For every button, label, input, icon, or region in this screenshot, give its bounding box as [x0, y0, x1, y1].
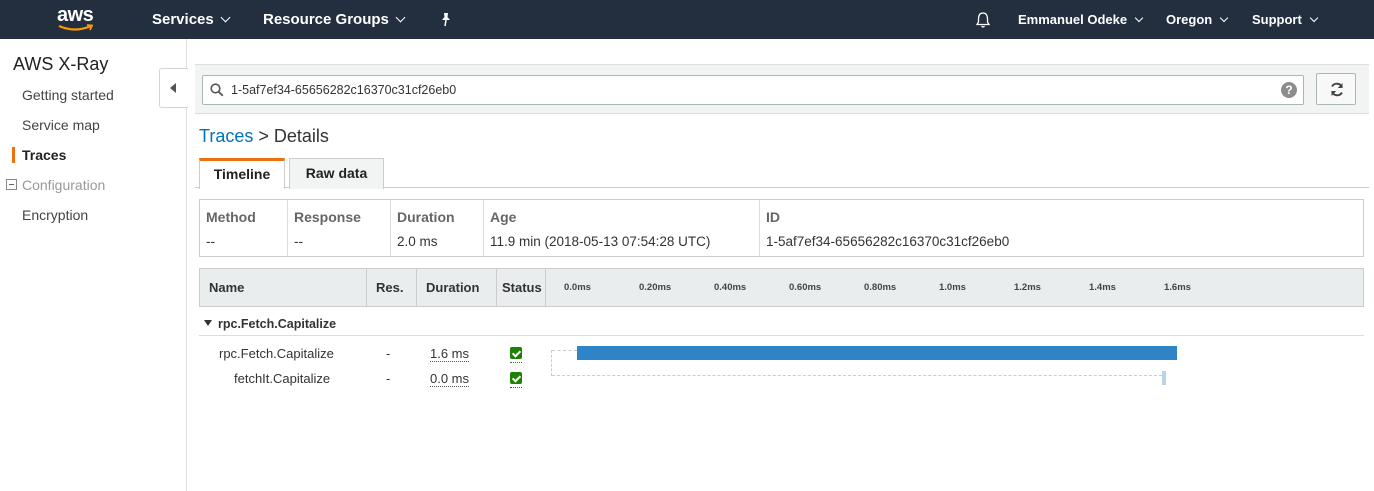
- services-menu[interactable]: Services: [152, 0, 231, 39]
- status-underline: [510, 362, 522, 363]
- notifications-button[interactable]: [975, 0, 991, 39]
- trace-search-input[interactable]: 1-5af7ef34-65656282c16370c31cf26eb0 ?: [202, 75, 1304, 105]
- breadcrumb-traces-link[interactable]: Traces: [199, 126, 253, 146]
- trace-summary: Method -- Response -- Duration 2.0 ms Ag…: [199, 199, 1364, 257]
- chevron-down-icon: [1134, 13, 1144, 22]
- active-indicator: [12, 147, 15, 163]
- summary-method: Method --: [200, 200, 288, 256]
- summary-value: 1-5af7ef34-65656282c16370c31cf26eb0: [766, 234, 1010, 249]
- trace-group-row[interactable]: rpc.Fetch.Capitalize: [199, 314, 1364, 336]
- tab-raw-data[interactable]: Raw data: [289, 158, 384, 189]
- segment-name: fetchIt.Capitalize: [234, 371, 331, 386]
- column-header-res[interactable]: Res.: [367, 269, 417, 306]
- sidebar-item-getting-started[interactable]: Getting started: [22, 87, 114, 103]
- refresh-button[interactable]: [1316, 73, 1356, 105]
- resource-groups-menu[interactable]: Resource Groups: [263, 0, 406, 39]
- summary-response: Response --: [288, 200, 391, 256]
- breadcrumb-current: Details: [273, 126, 329, 146]
- segment-response: -: [386, 371, 391, 386]
- column-header-status[interactable]: Status: [497, 269, 546, 306]
- segment-bar[interactable]: [577, 346, 1177, 360]
- timeline-connector: [551, 350, 552, 376]
- segment-response: -: [386, 346, 391, 361]
- trace-group-label: rpc.Fetch.Capitalize: [218, 317, 337, 331]
- search-icon: [210, 83, 224, 97]
- pin-button[interactable]: [439, 0, 453, 39]
- summary-header: Method: [206, 209, 256, 225]
- summary-header: Age: [490, 209, 517, 225]
- timeline-tick-label: 1.0ms: [939, 282, 966, 293]
- aws-logo[interactable]: aws: [55, 4, 99, 36]
- breadcrumb: Traces > Details: [199, 126, 329, 147]
- help-icon[interactable]: ?: [1281, 82, 1297, 98]
- search-bar-container: 1-5af7ef34-65656282c16370c31cf26eb0 ?: [195, 64, 1369, 114]
- summary-header: Duration: [397, 209, 455, 225]
- status-underline: [510, 387, 522, 388]
- segment-bar[interactable]: [1162, 371, 1166, 385]
- services-label: Services: [152, 11, 214, 28]
- caret-down-icon[interactable]: [204, 320, 212, 326]
- sidebar-title: AWS X-Ray: [13, 54, 109, 74]
- table-row[interactable]: fetchIt.Capitalize - 0.0 ms: [199, 367, 1364, 391]
- account-menu[interactable]: Emmanuel Odeke: [1018, 0, 1144, 39]
- summary-age: Age 11.9 min (2018-05-13 07:54:28 UTC): [484, 200, 760, 256]
- collapse-sidebar-button[interactable]: [159, 68, 188, 108]
- summary-header: Response: [294, 209, 361, 225]
- summary-value: --: [294, 234, 303, 249]
- summary-header: ID: [766, 209, 780, 225]
- segment-duration: 0.0 ms: [430, 371, 470, 387]
- search-value: 1-5af7ef34-65656282c16370c31cf26eb0: [231, 83, 457, 97]
- support-label: Support: [1252, 12, 1302, 27]
- segment-name: rpc.Fetch.Capitalize: [219, 346, 334, 361]
- resource-groups-label: Resource Groups: [263, 11, 389, 28]
- sidebar-item-traces[interactable]: Traces: [22, 147, 66, 163]
- status-ok-icon: [510, 372, 522, 384]
- aws-smile-icon: [58, 24, 94, 31]
- timeline-tick-label: 0.60ms: [789, 282, 822, 293]
- sidebar-item-configuration[interactable]: Configuration: [22, 177, 105, 193]
- chevron-down-icon: [220, 12, 231, 23]
- refresh-icon: [1331, 82, 1343, 97]
- region-name: Oregon: [1166, 12, 1213, 27]
- timeline-tick-label: 0.80ms: [864, 282, 897, 293]
- timeline-tick-label: 0.40ms: [714, 282, 747, 293]
- summary-value: 2.0 ms: [397, 234, 438, 249]
- top-navigation-bar: aws Services Resource Groups Emmanuel Od…: [0, 0, 1374, 39]
- breadcrumb-separator: >: [253, 126, 274, 146]
- collapse-icon[interactable]: [6, 179, 17, 190]
- summary-id: ID 1-5af7ef34-65656282c16370c31cf26eb0: [760, 200, 1363, 256]
- sidebar-item-service-map[interactable]: Service map: [22, 117, 100, 133]
- sidebar-item-encryption[interactable]: Encryption: [22, 207, 88, 223]
- region-menu[interactable]: Oregon: [1166, 0, 1229, 39]
- bell-icon: [975, 11, 991, 28]
- chevron-down-icon: [1309, 13, 1319, 22]
- support-menu[interactable]: Support: [1252, 0, 1319, 39]
- timeline-tick-label: 1.6ms: [1164, 282, 1191, 293]
- tab-timeline[interactable]: Timeline: [199, 158, 285, 189]
- status-ok-icon: [510, 347, 522, 359]
- timeline-tick-label: 0.0ms: [564, 282, 591, 293]
- timeline-tick-label: 1.2ms: [1014, 282, 1041, 293]
- pin-icon: [442, 12, 450, 26]
- summary-value: --: [206, 234, 215, 249]
- timeline-tick-label: 1.4ms: [1089, 282, 1116, 293]
- segment-duration: 1.6 ms: [430, 346, 470, 362]
- account-name: Emmanuel Odeke: [1018, 12, 1128, 27]
- column-header-name[interactable]: Name: [200, 269, 367, 306]
- timeline-tick-label: 0.20ms: [639, 282, 672, 293]
- timeline-connector: [552, 350, 577, 351]
- tab-bar: Timeline Raw data: [195, 156, 1369, 189]
- summary-duration: Duration 2.0 ms: [391, 200, 484, 256]
- chevron-down-icon: [1219, 13, 1229, 22]
- summary-value: 11.9 min (2018-05-13 07:54:28 UTC): [490, 234, 711, 249]
- chevron-down-icon: [395, 12, 406, 23]
- timeline-header: Name Res. Duration Status 0.0ms 0.20ms 0.4…: [199, 268, 1364, 307]
- timeline-connector: [552, 375, 1162, 376]
- column-header-duration[interactable]: Duration: [417, 269, 497, 306]
